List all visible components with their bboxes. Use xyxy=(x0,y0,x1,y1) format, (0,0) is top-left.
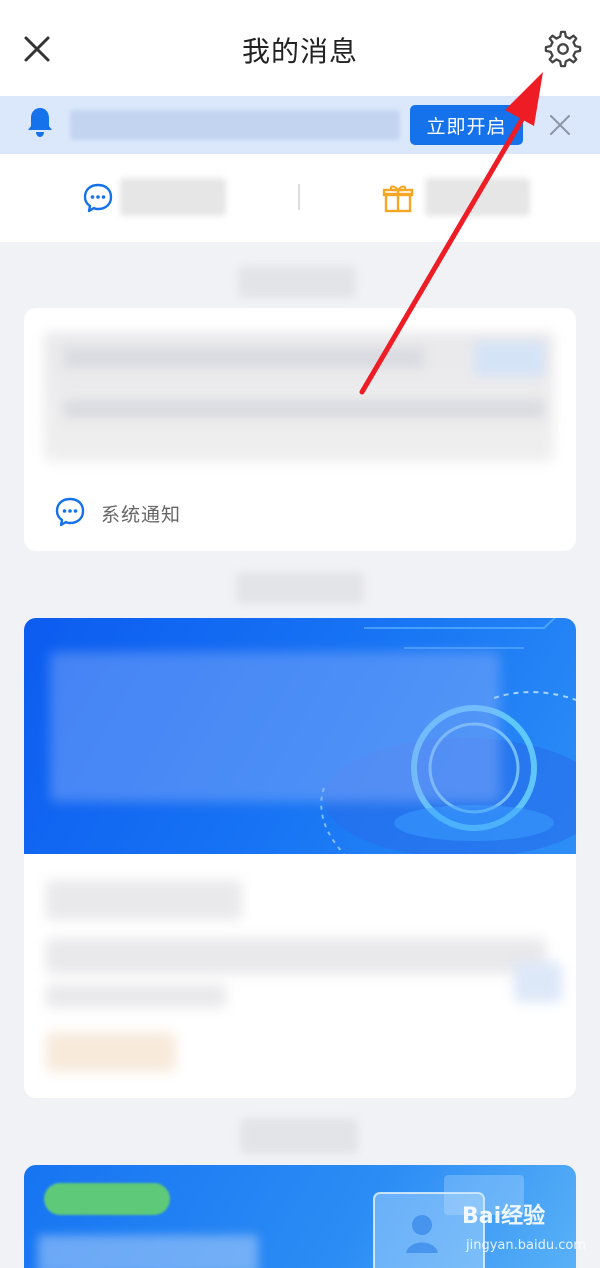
blurred-badge xyxy=(474,342,544,376)
system-notice-card[interactable]: 系统通知 xyxy=(24,308,576,551)
blurred-banner-text xyxy=(50,652,500,802)
top-bar: 我的消息 xyxy=(0,0,600,96)
blurred-line xyxy=(46,938,546,974)
blurred-line xyxy=(46,984,226,1008)
gear-icon[interactable] xyxy=(544,30,582,68)
tab-label-blurred[interactable] xyxy=(120,178,226,216)
page-title: 我的消息 xyxy=(241,35,358,68)
blurred-notice-text xyxy=(70,110,400,140)
blurred-line xyxy=(46,880,242,920)
close-icon[interactable] xyxy=(548,113,572,137)
notification-banner: 立即开启 xyxy=(0,96,600,154)
chat-bubble-icon xyxy=(55,497,85,527)
message-tabs xyxy=(0,154,600,242)
watermark-url: jingyan.baidu.com xyxy=(466,1238,586,1253)
date-separator xyxy=(236,572,364,604)
date-separator xyxy=(238,266,356,298)
blurred-line xyxy=(64,348,424,368)
chat-bubble-icon[interactable] xyxy=(82,182,114,214)
blurred-avatar xyxy=(46,1032,176,1072)
promo-banner-image xyxy=(24,618,576,854)
gift-icon[interactable] xyxy=(382,182,414,214)
enable-now-button[interactable]: 立即开启 xyxy=(410,105,523,145)
tab-divider xyxy=(298,184,300,210)
date-separator xyxy=(240,1118,358,1154)
bell-icon xyxy=(28,108,52,137)
system-notice-label: 系统通知 xyxy=(101,504,182,526)
watermark-logo: Bai经验 xyxy=(462,1204,546,1229)
blurred-line xyxy=(64,400,544,418)
tab-label-blurred[interactable] xyxy=(425,178,530,216)
blurred-badge xyxy=(514,962,562,1002)
promo-card[interactable] xyxy=(24,618,576,1098)
